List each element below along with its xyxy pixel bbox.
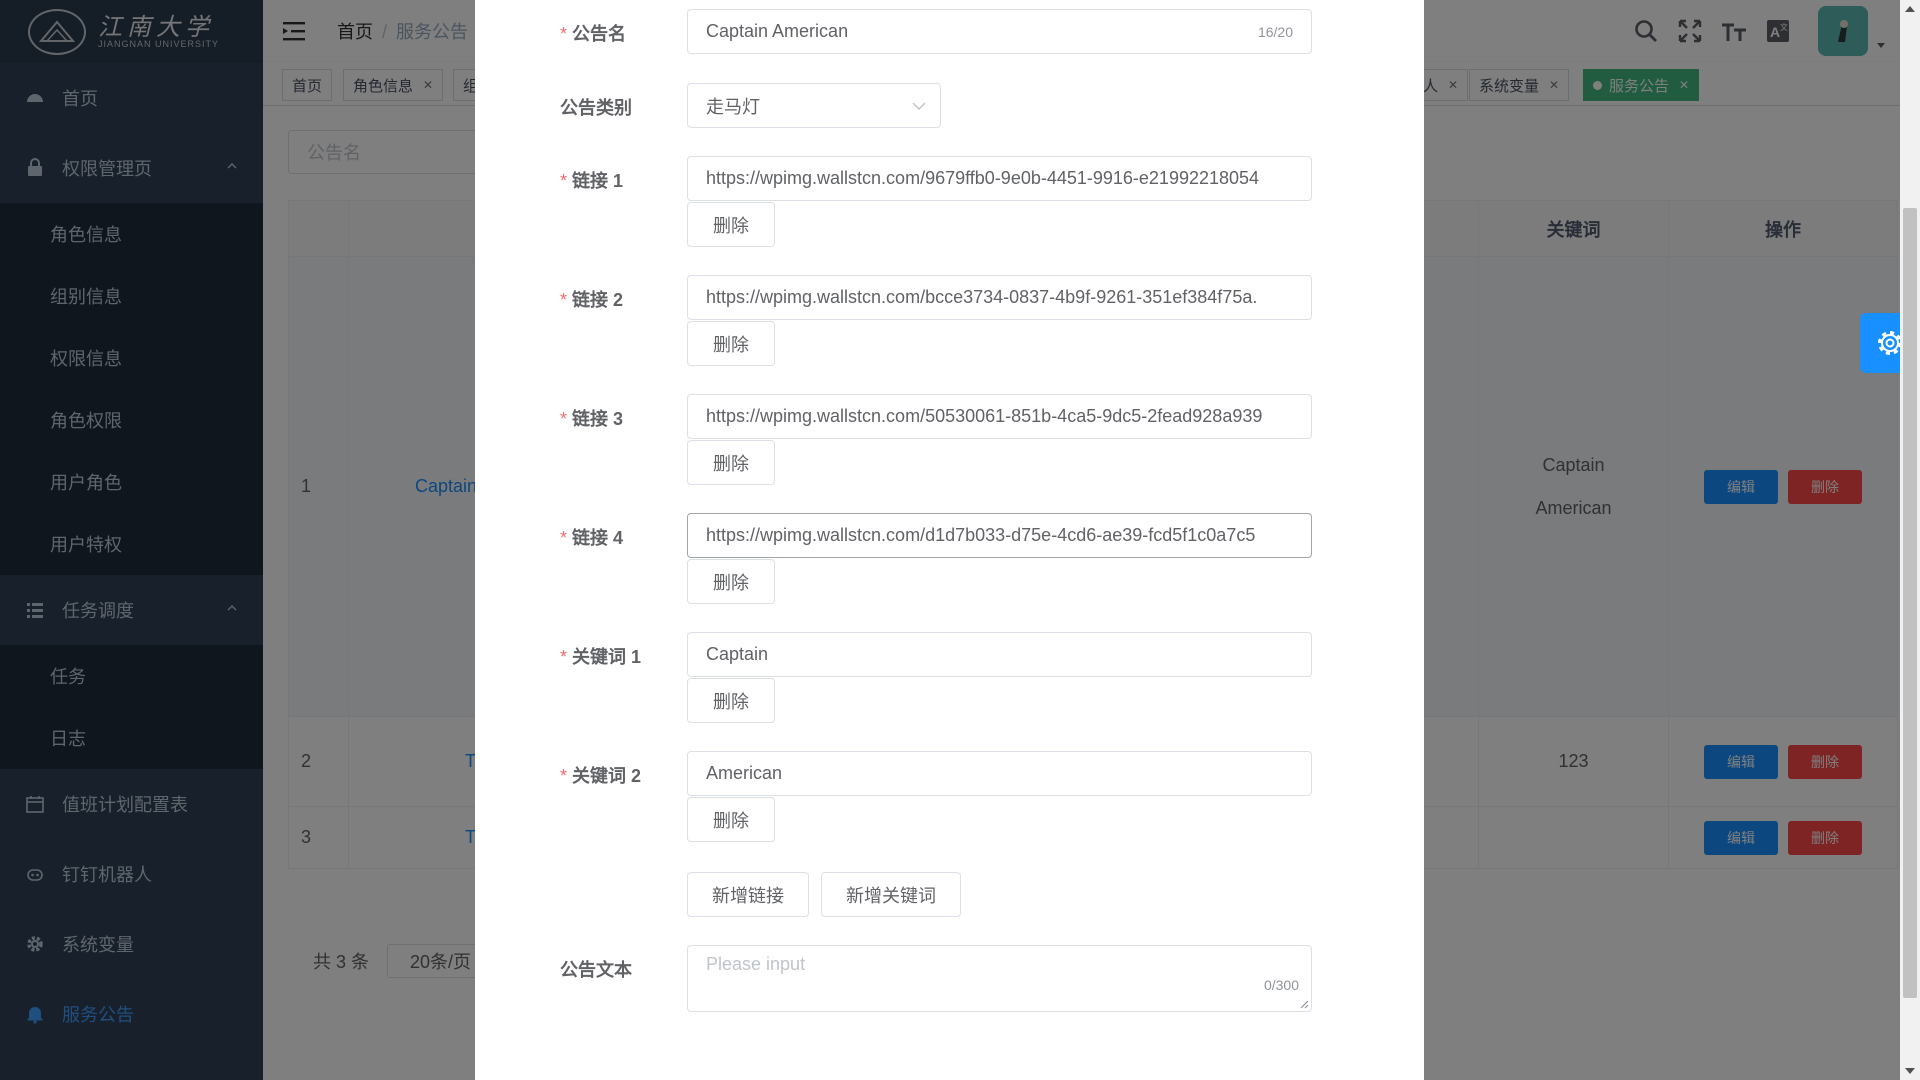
notice-text-placeholder: Please input [706, 954, 806, 974]
keyword-1-label: * 关键词 1 [560, 647, 642, 667]
link-2-value: https://wpimg.wallstcn.com/bcce3734-0837… [706, 287, 1258, 307]
resize-grip-icon[interactable] [1299, 999, 1309, 1009]
link-3-value: https://wpimg.wallstcn.com/50530061-851b… [706, 406, 1263, 426]
notice-name-value: Captain American [706, 21, 849, 41]
edit-notice-dialog: * 公告名 Captain American 16/20 公告类别 走马灯 * 链接… [475, 0, 1424, 1080]
link-2-input[interactable]: https://wpimg.wallstcn.com/bcce3734-0837… [687, 275, 1312, 320]
keyword-1-value: Captain [706, 644, 769, 664]
keyword-2-value: American [706, 763, 783, 783]
scroll-up-arrow-icon[interactable] [1905, 6, 1915, 12]
add-keyword-button[interactable]: 新增关键词 [821, 872, 961, 917]
link-1-input[interactable]: https://wpimg.wallstcn.com/9679ffb0-9e0b… [687, 156, 1312, 201]
notice-text-textarea[interactable]: Please input 0/300 [687, 945, 1312, 1012]
notice-text-label: 公告文本 [560, 960, 632, 980]
notice-name-input[interactable]: Captain American 16/20 [687, 9, 1312, 54]
delete-keyword-1-button[interactable]: 删除 [687, 678, 775, 723]
link-1-value: https://wpimg.wallstcn.com/9679ffb0-9e0b… [706, 168, 1260, 188]
link-3-label: * 链接 3 [560, 409, 624, 429]
keyword-2-input[interactable]: American [687, 751, 1312, 796]
delete-link-4-button[interactable]: 删除 [687, 559, 775, 604]
scroll-down-arrow-icon[interactable] [1905, 1068, 1915, 1074]
link-2-label: * 链接 2 [560, 290, 624, 310]
link-4-value: https://wpimg.wallstcn.com/d1d7b033-d75e… [706, 525, 1256, 545]
notice-name-char-count: 16/20 [1257, 23, 1293, 40]
link-3-input[interactable]: https://wpimg.wallstcn.com/50530061-851b… [687, 394, 1312, 439]
delete-link-1-button[interactable]: 删除 [687, 202, 775, 247]
chevron-down-icon [912, 102, 926, 111]
link-4-label: * 链接 4 [560, 528, 624, 548]
page-scrollbar[interactable] [1900, 0, 1920, 1080]
keyword-1-input[interactable]: Captain [687, 632, 1312, 677]
notice-text-char-count: 0/300 [1263, 977, 1299, 993]
delete-link-2-button[interactable]: 删除 [687, 321, 775, 366]
link-4-input[interactable]: https://wpimg.wallstcn.com/d1d7b033-d75e… [687, 513, 1312, 558]
delete-link-3-button[interactable]: 删除 [687, 440, 775, 485]
keyword-2-label: * 关键词 2 [560, 766, 642, 786]
link-1-label: * 链接 1 [560, 171, 624, 191]
add-link-button[interactable]: 新增链接 [687, 872, 809, 917]
delete-keyword-2-button[interactable]: 删除 [687, 797, 775, 842]
notice-type-select[interactable]: 走马灯 [687, 83, 941, 128]
notice-name-label: * 公告名 [560, 24, 627, 44]
notice-type-label: 公告类别 [560, 98, 632, 118]
notice-type-value: 走马灯 [706, 96, 760, 117]
scrollbar-thumb[interactable] [1903, 208, 1917, 998]
